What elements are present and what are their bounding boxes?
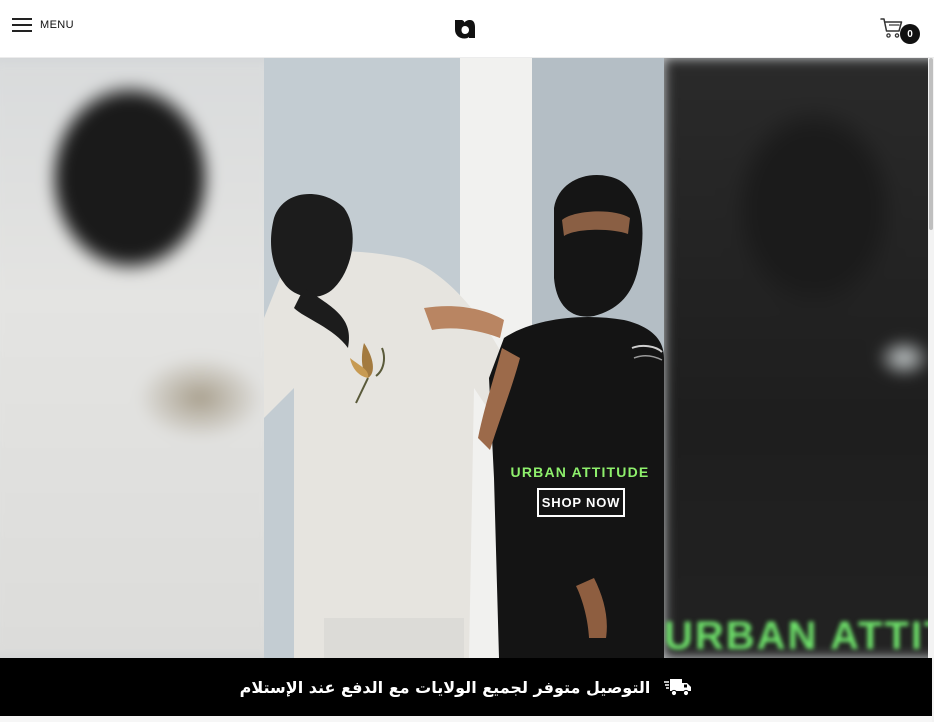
shop-now-button[interactable]: SHOP NOW xyxy=(537,488,625,517)
scrollbar-thumb[interactable] xyxy=(929,58,933,230)
cart-count-badge: 0 xyxy=(900,24,920,44)
menu-button[interactable]: MENU xyxy=(12,18,74,32)
hero-image[interactable]: URBAN ATTITUDE SHOP NOW xyxy=(264,58,664,658)
next-section-preview xyxy=(0,716,932,722)
hero-blurred-promo-text: URBAN ATTITUDE xyxy=(664,614,934,658)
brand-logo[interactable] xyxy=(452,16,476,40)
cart-button[interactable]: 0 xyxy=(880,14,920,46)
shipping-info-bar: التوصيل متوفر لجميع الولايات مع الدفع عن… xyxy=(0,658,932,716)
menu-label: MENU xyxy=(40,19,74,31)
hero-banner[interactable]: URBAN ATTITUDE xyxy=(0,58,934,658)
shipping-info-text: التوصيل متوفر لجميع الولايات مع الدفع عن… xyxy=(239,677,651,697)
hero-blurred-background-right xyxy=(664,58,934,658)
page-scrollbar[interactable] xyxy=(928,58,934,722)
site-header: MENU 0 xyxy=(0,0,934,58)
hero-blurred-background-left xyxy=(0,58,274,658)
hero-promo-title: URBAN ATTITUDE xyxy=(510,464,650,480)
hamburger-icon xyxy=(12,18,32,32)
delivery-truck-icon xyxy=(664,679,692,697)
hero-photo-illustration xyxy=(264,58,664,658)
